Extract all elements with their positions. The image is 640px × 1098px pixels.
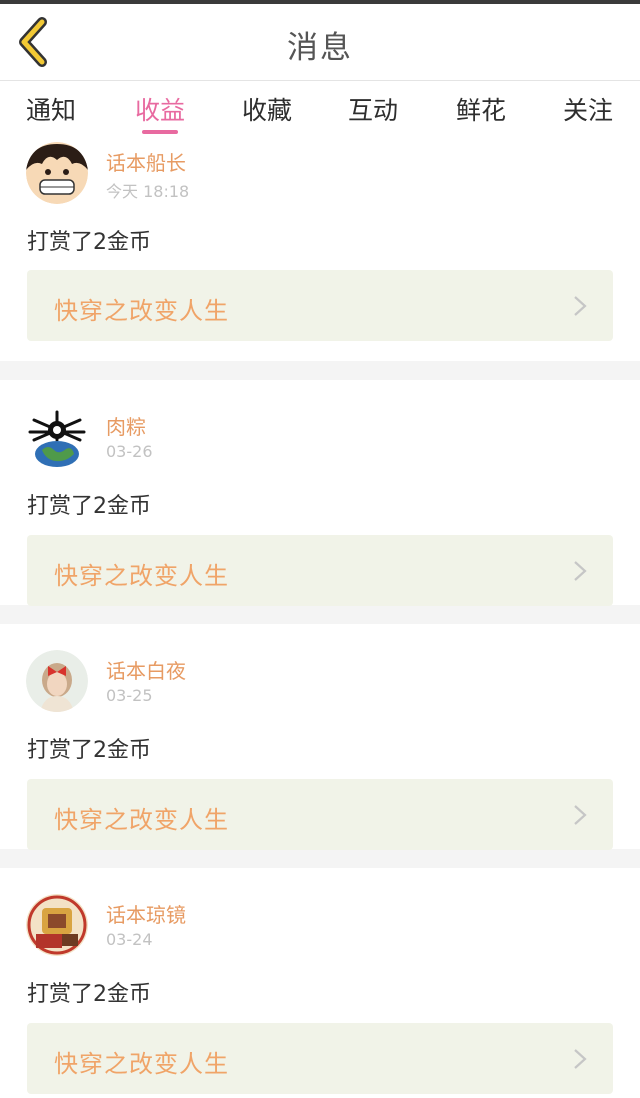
message-item: 话本白夜 03-25 打赏了2金币 快穿之改变人生	[0, 624, 640, 850]
message-item: 话本船长 今天 18:18 打赏了2金币 快穿之改变人生	[0, 136, 640, 361]
username[interactable]: 话本琼镜	[106, 899, 186, 928]
globe-avatar-icon	[26, 406, 88, 468]
divider	[0, 605, 640, 624]
divider	[0, 849, 640, 868]
tab-favorites[interactable]: 收藏	[227, 91, 307, 127]
book-link[interactable]: 快穿之改变人生	[27, 270, 613, 341]
message-item: 话本琼镜 03-24 打赏了2金币 快穿之改变人生	[0, 868, 640, 1094]
timestamp: 今天 18:18	[106, 182, 190, 201]
tab-interactions[interactable]: 互动	[333, 91, 413, 127]
cartoon-avatar-icon	[26, 894, 88, 956]
book-title: 快穿之改变人生	[54, 1050, 229, 1078]
username[interactable]: 话本白夜	[106, 655, 186, 684]
timestamp: 03-25	[106, 686, 153, 705]
chevron-right-icon	[574, 1049, 587, 1069]
message-content: 打赏了2金币	[27, 982, 151, 1007]
book-title: 快穿之改变人生	[54, 806, 229, 834]
tab-notifications[interactable]: 通知	[11, 91, 91, 127]
username[interactable]: 话本船长	[106, 147, 186, 176]
avatar[interactable]	[26, 650, 88, 712]
timestamp: 03-26	[106, 442, 153, 461]
tab-earnings[interactable]: 收益	[120, 91, 200, 127]
timestamp: 03-24	[106, 930, 153, 949]
message-content: 打赏了2金币	[27, 738, 151, 763]
book-link[interactable]: 快穿之改变人生	[27, 779, 613, 850]
book-link[interactable]: 快穿之改变人生	[27, 535, 613, 606]
chevron-right-icon	[574, 296, 587, 316]
header: 消息	[0, 4, 640, 81]
avatar[interactable]	[26, 142, 88, 204]
book-link[interactable]: 快穿之改变人生	[27, 1023, 613, 1094]
username[interactable]: 肉粽	[106, 411, 146, 440]
avatar[interactable]	[26, 894, 88, 956]
message-feed: 话本船长 今天 18:18 打赏了2金币 快穿之改变人生 肉粽 03-26 打赏…	[0, 136, 640, 1094]
message-content: 打赏了2金币	[27, 230, 151, 255]
tab-flowers[interactable]: 鲜花	[441, 91, 521, 127]
book-title: 快穿之改变人生	[54, 562, 229, 590]
book-title: 快穿之改变人生	[54, 297, 229, 325]
tab-bar: 通知 收益 收藏 互动 鲜花 关注	[0, 81, 640, 137]
message-item: 肉粽 03-26 打赏了2金币 快穿之改变人生	[0, 380, 640, 606]
divider	[0, 361, 640, 380]
active-tab-indicator	[142, 130, 178, 134]
message-content: 打赏了2金币	[27, 494, 151, 519]
tab-following[interactable]: 关注	[548, 91, 628, 127]
girl-with-bow-avatar-icon	[26, 650, 88, 712]
chevron-right-icon	[574, 805, 587, 825]
avatar[interactable]	[26, 406, 88, 468]
cartoon-pirate-avatar-icon	[26, 142, 88, 204]
chevron-right-icon	[574, 561, 587, 581]
page-title: 消息	[287, 30, 353, 66]
